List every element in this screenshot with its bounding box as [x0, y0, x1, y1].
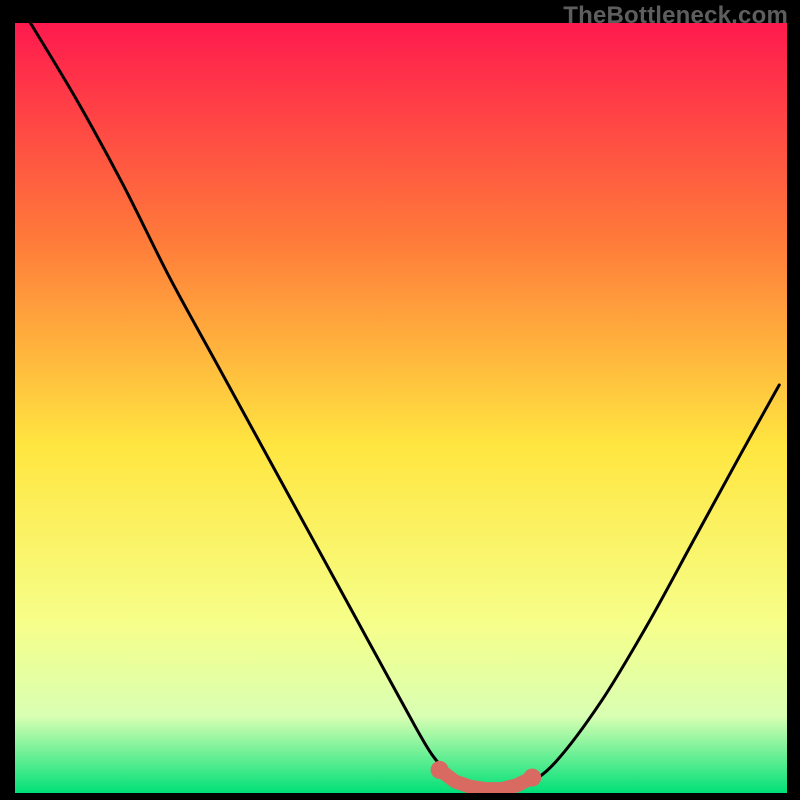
optimal-end-dot — [523, 769, 541, 787]
gradient-background — [15, 23, 787, 793]
chart-svg — [15, 23, 787, 793]
optimal-start-dot — [431, 761, 449, 779]
plot-area — [14, 22, 786, 792]
watermark: TheBottleneck.com — [563, 2, 788, 30]
